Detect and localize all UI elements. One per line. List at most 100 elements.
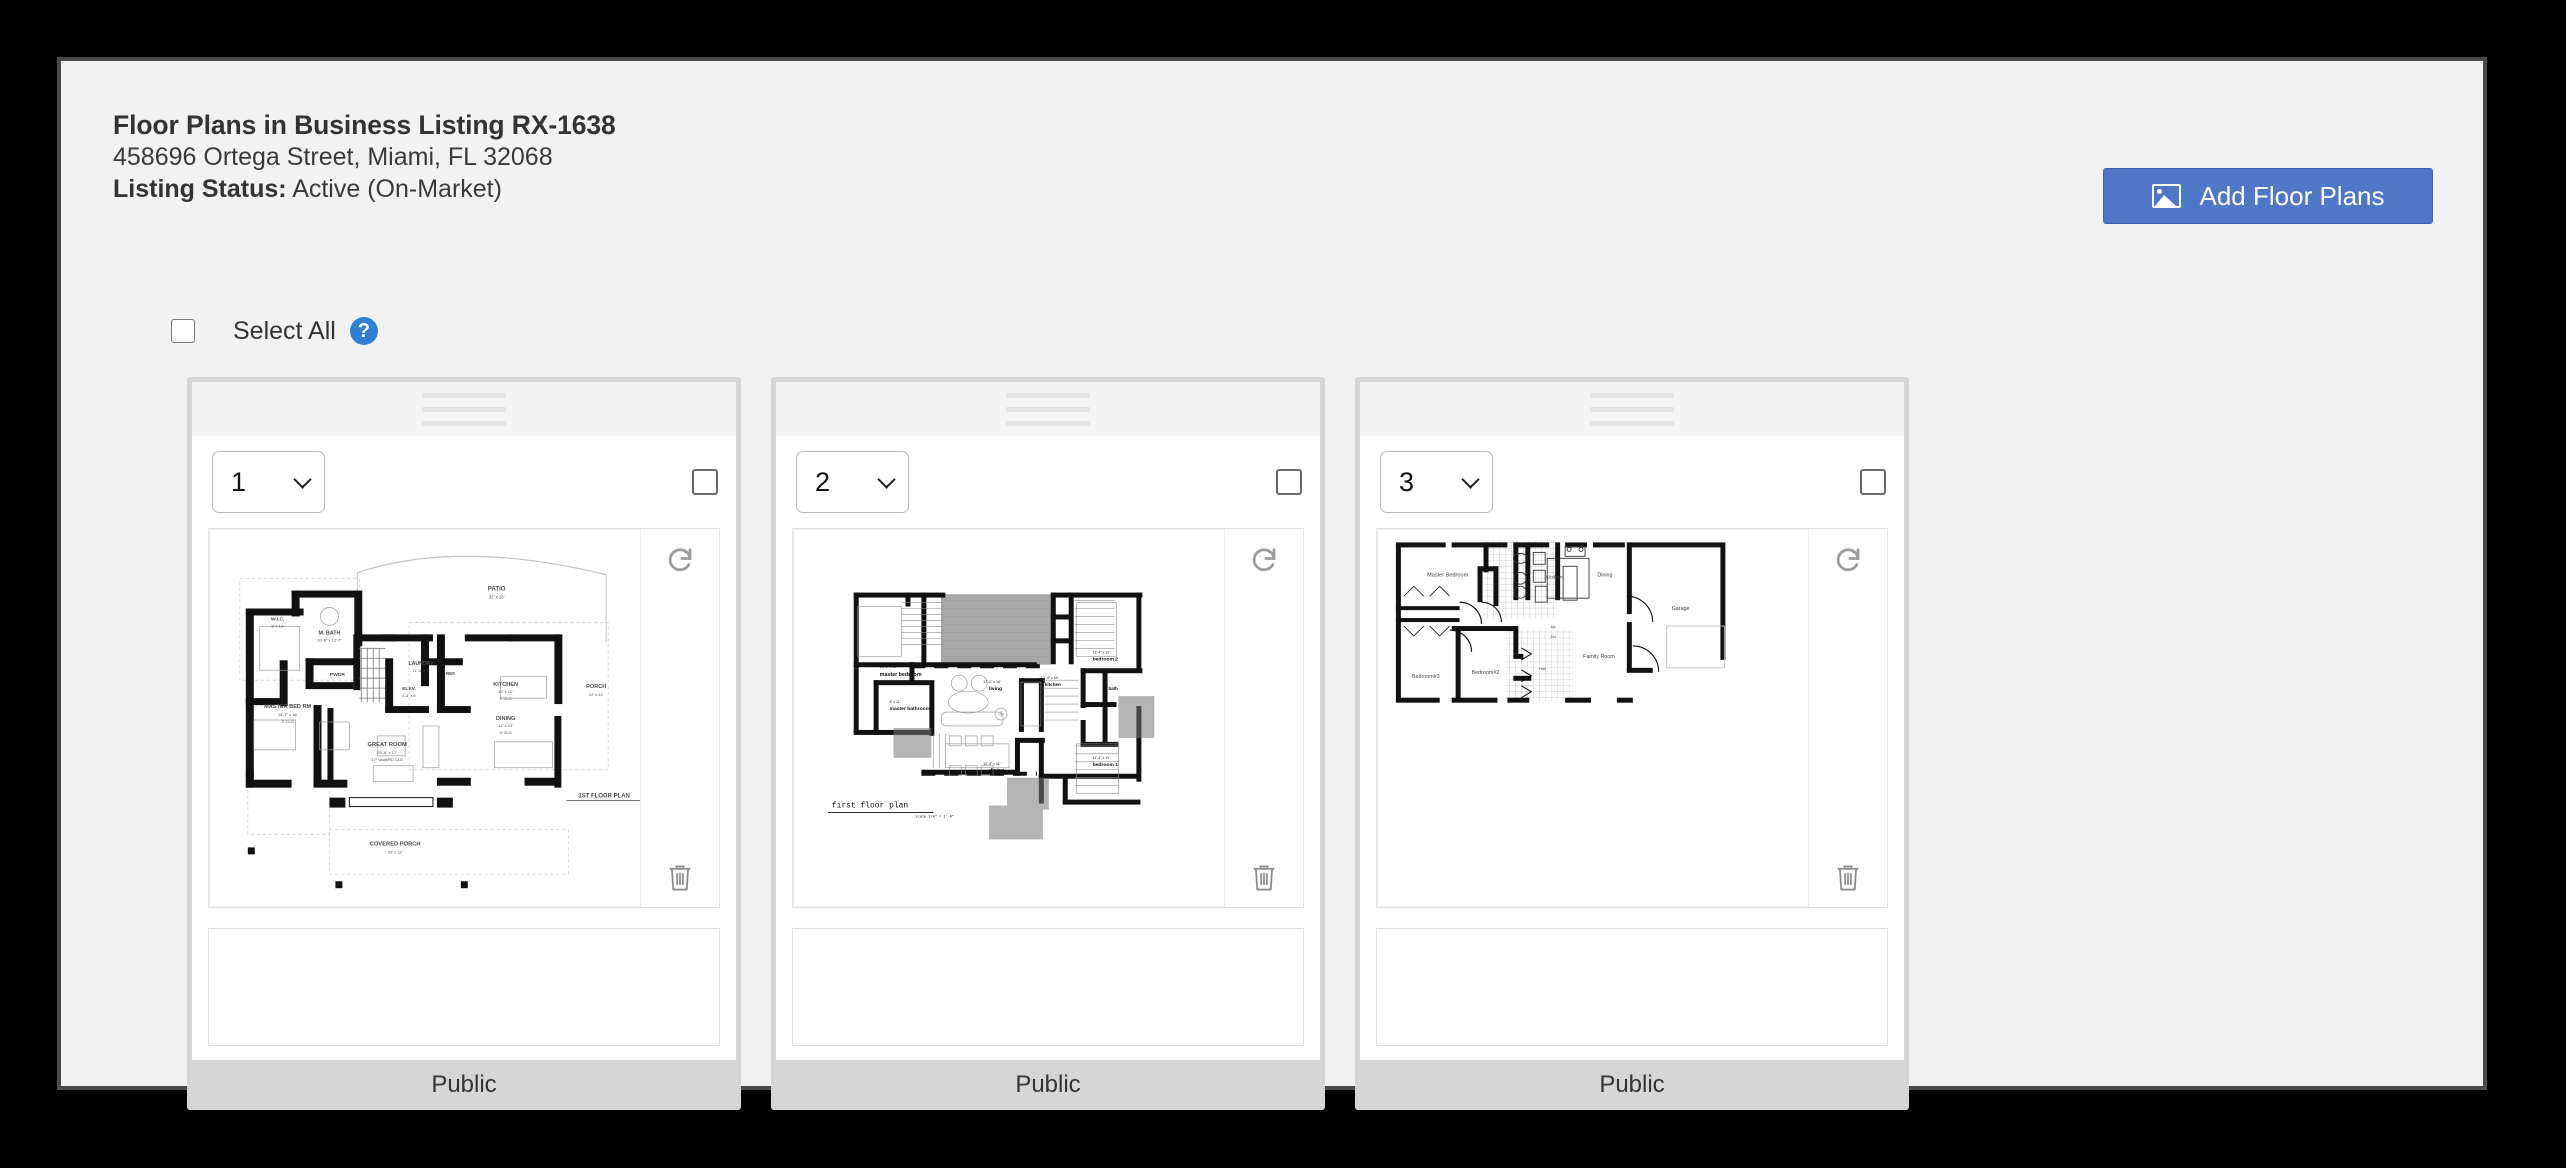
caption-input[interactable] [208, 928, 720, 1046]
floor-plan-card: 2 master bedroom 14'-6" x 12' master bat… [771, 377, 1325, 1110]
drag-handle-icon[interactable] [776, 382, 1320, 436]
order-select[interactable]: 3 [1380, 451, 1493, 513]
add-floor-plans-button[interactable]: Add Floor Plans [2103, 168, 2433, 224]
floor-plan-image[interactable]: master bedroom 14'-6" x 12' master bathr… [793, 529, 1225, 907]
floor-plan-drawing-1: PATIO 32' x 16' W.I.C. 8' x 13' M. BATH … [210, 530, 640, 906]
svg-text:GREAT ROOM: GREAT ROOM [368, 742, 407, 748]
svg-text:1ST FLOOR PLAN: 1ST FLOOR PLAN [578, 794, 629, 800]
svg-text:12'-4" x 10': 12'-4" x 10' [1041, 676, 1059, 680]
card-image-region: Master Bedroom Bedroom#3 Bedroom#2 Kitch… [1376, 528, 1888, 908]
caption-input[interactable] [792, 928, 1304, 1046]
svg-text:11'-4" x 6': 11'-4" x 6' [413, 668, 430, 673]
svg-text:20'-8" x 17': 20'-8" x 17' [377, 750, 397, 755]
select-all-label: Select All [233, 316, 336, 345]
svg-text:Garage: Garage [1672, 606, 1690, 612]
floor-plan-drawing-2: master bedroom 14'-6" x 12' master bathr… [794, 530, 1224, 906]
svg-text:bedroom 2: bedroom 2 [1093, 656, 1119, 662]
svg-text:scale 1/4" = 1'-0": scale 1/4" = 1'-0" [915, 815, 954, 820]
floor-plan-drawing-3: Master Bedroom Bedroom#3 Bedroom#2 Kitch… [1378, 530, 1808, 740]
svg-text:8' x 13': 8' x 13' [272, 623, 285, 628]
svg-text:MASTER BED RM: MASTER BED RM [264, 704, 311, 710]
chevron-down-icon [877, 469, 896, 489]
card-tools [641, 529, 719, 907]
svg-text:11'-4" x 11': 11'-4" x 11' [1093, 650, 1110, 654]
svg-text:14'-6" x 12': 14'-6" x 12' [880, 665, 898, 669]
rotate-cw-icon[interactable] [1249, 546, 1279, 576]
svg-text:Dining: Dining [1597, 572, 1612, 578]
card-order-row: 2 [776, 436, 1320, 528]
svg-text:12' x 13': 12' x 13' [498, 723, 513, 728]
svg-text:LAUNDRY: LAUNDRY [409, 661, 435, 667]
svg-text:17'-4" x 16': 17'-4" x 16' [983, 680, 1001, 684]
svg-text:dining: dining [989, 768, 1004, 774]
drag-handle-icon[interactable] [192, 382, 736, 436]
visibility-label: Public [776, 1060, 1320, 1110]
svg-text:master bedroom: master bedroom [880, 672, 922, 678]
card-tools [1225, 529, 1303, 907]
listing-status-value: Active (On-Market) [292, 175, 502, 203]
order-select-value: 2 [815, 466, 831, 497]
visibility-label: Public [192, 1060, 736, 1110]
floor-plans-panel: Floor Plans in Business Listing RX-1638 … [57, 57, 2487, 1110]
caption-input[interactable] [1376, 928, 1888, 1046]
floor-plan-card: 1 PATIO 32' x 16' W.I.C. 8' x 13' M. BAT… [187, 377, 741, 1110]
picture-icon [2151, 184, 2181, 208]
rotate-cw-icon[interactable] [665, 546, 695, 576]
card-select-checkbox[interactable] [1276, 469, 1302, 495]
floor-plan-card: 3 Master Bedroom Bedroom#3 Bedroom#2 Kit… [1355, 377, 1909, 1110]
svg-text:9' CLG: 9' CLG [282, 719, 294, 724]
svg-text:12' x 12': 12' x 12' [498, 689, 513, 694]
drag-handle-icon[interactable] [1360, 382, 1904, 436]
svg-text:PWDR: PWDR [330, 672, 346, 678]
order-select[interactable]: 2 [796, 451, 909, 513]
svg-text:kitchen: kitchen [1045, 682, 1061, 687]
svg-text:M. BATH: M. BATH [318, 630, 340, 636]
svg-text:32' x 16': 32' x 16' [489, 595, 505, 600]
trash-icon[interactable] [1834, 863, 1862, 893]
svg-text:Bedroom#3: Bedroom#3 [1412, 674, 1440, 680]
svg-text:bedroom 1: bedroom 1 [1093, 762, 1119, 768]
svg-text:bath: bath [1109, 686, 1119, 691]
listing-status: Listing Status: Active (On-Market) [113, 173, 2431, 205]
svg-text:Dn: Dn [1551, 634, 1556, 639]
svg-text:W.I.C.: W.I.C. [271, 616, 285, 622]
svg-text:first floor plan: first floor plan [832, 802, 909, 811]
svg-text:living: living [989, 686, 1002, 692]
select-all-checkbox[interactable] [171, 319, 195, 343]
floor-plan-image[interactable]: PATIO 32' x 16' W.I.C. 8' x 13' M. BATH … [209, 529, 641, 907]
page-header: Floor Plans in Business Listing RX-1638 … [113, 109, 2431, 203]
card-order-row: 3 [1360, 436, 1904, 528]
svg-text:ELEV.: ELEV. [402, 686, 417, 692]
rotate-cw-icon[interactable] [1833, 546, 1863, 576]
question-circle-icon[interactable]: ? [349, 317, 378, 345]
svg-text:17" Vault/RD CLG: 17" Vault/RD CLG [371, 757, 403, 762]
card-select-checkbox[interactable] [1860, 469, 1886, 495]
order-select[interactable]: 1 [212, 451, 325, 513]
select-all-row: Select All ? [171, 313, 378, 349]
svg-text:11'-4" x 11': 11'-4" x 11' [1093, 756, 1110, 760]
trash-icon[interactable] [666, 863, 694, 893]
trash-icon[interactable] [1250, 863, 1278, 893]
chevron-down-icon [293, 469, 312, 489]
svg-text:12'-4" x 11': 12'-4" x 11' [983, 762, 1001, 766]
svg-text:29' x 12': 29' x 12' [388, 849, 403, 854]
add-floor-plans-label: Add Floor Plans [2199, 180, 2385, 211]
svg-text:Family Room: Family Room [1583, 654, 1615, 660]
svg-text:Kitchen: Kitchen [1546, 574, 1563, 580]
svg-text:master bathroom: master bathroom [890, 706, 931, 712]
svg-text:KITCHEN: KITCHEN [493, 682, 518, 688]
svg-text:Master Bedroom: Master Bedroom [1427, 572, 1468, 578]
svg-text:REF.: REF. [446, 671, 455, 676]
floor-plan-cards: 1 PATIO 32' x 16' W.I.C. 8' x 13' M. BAT… [187, 377, 1909, 1110]
card-tools [1809, 529, 1887, 907]
floor-plan-image[interactable]: Master Bedroom Bedroom#3 Bedroom#2 Kitch… [1377, 529, 1809, 907]
svg-text:PORCH: PORCH [586, 684, 606, 690]
order-select-value: 1 [231, 466, 247, 497]
listing-address: 458696 Ortega Street, Miami, FL 32068 [113, 143, 553, 171]
svg-text:Bedroom#2: Bedroom#2 [1472, 670, 1500, 676]
svg-text:8' x 11': 8' x 11' [890, 700, 901, 704]
svg-text:Up: Up [1551, 624, 1557, 629]
card-select-checkbox[interactable] [692, 469, 718, 495]
svg-text:Hall: Hall [1539, 666, 1546, 671]
listing-status-label: Listing Status: [113, 175, 287, 203]
